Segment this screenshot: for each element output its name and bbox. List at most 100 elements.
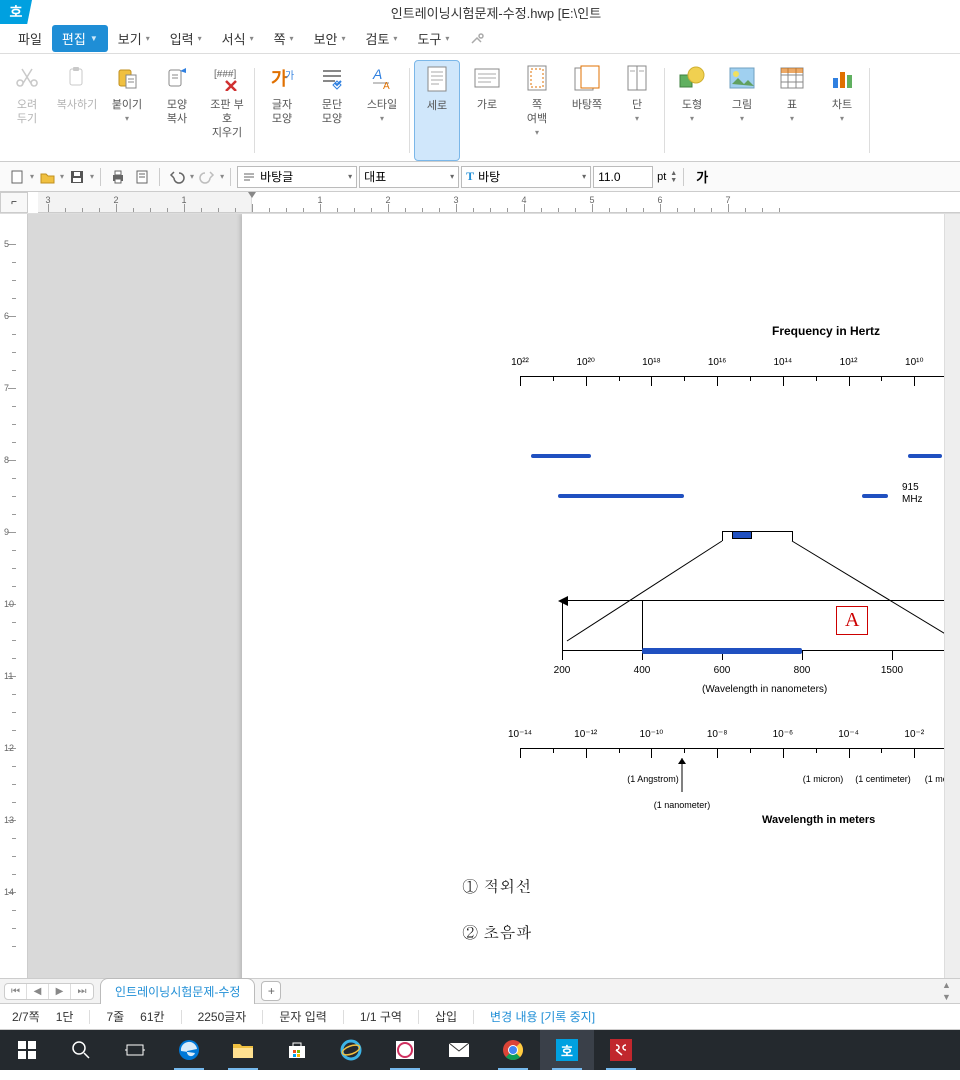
paste-button[interactable]: 붙이기 ▾: [104, 60, 150, 161]
new-doc-button[interactable]: [6, 166, 28, 188]
font-select[interactable]: T 바탕▾: [461, 166, 591, 188]
margin-button[interactable]: 쪽 여백 ▾: [514, 60, 560, 161]
quick-toolbar: ▾ ▾ ▾ ▾ ▾ 바탕글▾ 대표▾ T 바탕▾ 11.0 pt ▲ ▼ 가: [0, 162, 960, 192]
background-page-button[interactable]: 바탕쪽: [564, 60, 610, 161]
chart-label: 차트: [832, 98, 852, 112]
scroll-down-button[interactable]: ▼: [942, 992, 958, 1002]
vertical-button[interactable]: 세로: [414, 60, 460, 161]
arrow-left-icon: [558, 596, 568, 606]
save-button[interactable]: [66, 166, 88, 188]
workspace: 567891011121314 Frequency in Hertz 10²²1…: [0, 214, 960, 978]
copy-button[interactable]: 복사하기: [54, 60, 100, 161]
scroll-up-button[interactable]: ▲: [942, 980, 958, 990]
horizontal-ruler[interactable]: 3211234567: [38, 192, 960, 213]
menu-edit-label: 편집: [62, 29, 86, 48]
cut-button[interactable]: 오려 두기: [4, 60, 50, 161]
menu-file[interactable]: 파일: [8, 25, 52, 52]
freq-mhz-label: MHz: [902, 494, 923, 505]
para-format-button[interactable]: 문단 모양: [309, 60, 355, 161]
app1-button[interactable]: [378, 1030, 432, 1070]
chrome-button[interactable]: [486, 1030, 540, 1070]
document-tabs: ⏮ ◀ ▶ ⏭ 인트레이닝시험문제-수정 + ▲ ▼: [0, 978, 960, 1004]
menu-extra[interactable]: [459, 27, 495, 51]
edge-button[interactable]: [162, 1030, 216, 1070]
columns-icon: [621, 62, 653, 94]
style-button[interactable]: AA 스타일 ▾: [359, 60, 405, 161]
taskview-button[interactable]: [108, 1030, 162, 1070]
ruler-corner: ⌐: [0, 192, 28, 213]
copy-icon: [61, 62, 93, 94]
paste-icon: [111, 62, 143, 94]
ie-button[interactable]: [324, 1030, 378, 1070]
menu-security[interactable]: 보안▾: [304, 25, 356, 52]
style-label: 스타일: [367, 98, 397, 112]
shape-button[interactable]: 도형 ▾: [669, 60, 715, 161]
ie-icon: [340, 1039, 362, 1061]
hangul-button[interactable]: 호: [540, 1030, 594, 1070]
chevron-down-icon: ▾: [380, 114, 384, 123]
tab-first-button[interactable]: ⏮: [5, 984, 27, 999]
mail-icon: [448, 1039, 470, 1061]
menu-page-label: 쪽: [274, 29, 286, 48]
search-button[interactable]: [54, 1030, 108, 1070]
menu-edit[interactable]: 편집 ▼: [52, 25, 108, 52]
chevron-down-icon: ▾: [198, 34, 202, 43]
chevron-down-icon: ▾: [393, 34, 397, 43]
font-size-input[interactable]: 11.0: [593, 166, 653, 188]
store-button[interactable]: [270, 1030, 324, 1070]
menu-format[interactable]: 서식▾: [212, 25, 264, 52]
unit-micron: (1 micron): [803, 774, 844, 784]
tab-next-button[interactable]: ▶: [49, 984, 71, 999]
open-button[interactable]: [36, 166, 58, 188]
ruler-row: ⌐ 3211234567: [0, 192, 960, 214]
bold-indicator[interactable]: 가: [696, 167, 708, 186]
vertical-ruler[interactable]: 567891011121314: [0, 214, 28, 978]
start-button[interactable]: [0, 1030, 54, 1070]
erase-codes-button[interactable]: [###] 조판 부호 지우기: [204, 60, 250, 161]
tab-prev-button[interactable]: ◀: [27, 984, 49, 999]
bgpage-icon: [571, 62, 603, 94]
size-up-button[interactable]: ▲: [670, 170, 677, 177]
menu-tools[interactable]: 도구▾: [407, 25, 459, 52]
vertical-scrollbar[interactable]: [944, 214, 960, 978]
horizontal-button[interactable]: 가로: [464, 60, 510, 161]
pdf-button[interactable]: [594, 1030, 648, 1070]
chevron-down-icon: ▼: [90, 34, 98, 43]
page-area[interactable]: Frequency in Hertz 10²²10²⁰10¹⁸10¹⁶10¹⁴1…: [28, 214, 960, 978]
document-tab[interactable]: 인트레이닝시험문제-수정: [100, 978, 255, 1004]
status-change-tracking[interactable]: 변경 내용 [기록 중지]: [490, 1008, 595, 1025]
tab-last-button[interactable]: ⏭: [71, 984, 93, 999]
table-button[interactable]: 표 ▾: [769, 60, 815, 161]
ribbon-separator: [664, 68, 665, 153]
align-icon: [242, 170, 256, 184]
print-button[interactable]: [107, 166, 129, 188]
status-page: 2/7쪽: [12, 1008, 40, 1025]
shape-copy-button[interactable]: 모양 복사: [154, 60, 200, 161]
column-label: 단: [632, 98, 642, 112]
redo-button[interactable]: [196, 166, 218, 188]
preview-button[interactable]: [131, 166, 153, 188]
status-col: 61칸: [140, 1008, 164, 1025]
menu-review[interactable]: 검토▾: [356, 25, 408, 52]
explorer-button[interactable]: [216, 1030, 270, 1070]
chevron-down-icon: ▾: [250, 34, 254, 43]
shape-label: 도형: [682, 98, 702, 112]
font-value: 바탕: [478, 168, 500, 185]
chevron-down-icon: ▾: [341, 34, 345, 43]
chart-button[interactable]: 차트 ▾: [819, 60, 865, 161]
char-format-button[interactable]: 가가 글자 모양: [259, 60, 305, 161]
add-tab-button[interactable]: +: [261, 981, 281, 1001]
menu-input[interactable]: 입력▾: [160, 25, 212, 52]
picture-button[interactable]: 그림 ▾: [719, 60, 765, 161]
rep-select[interactable]: 대표▾: [359, 166, 459, 188]
paragraph-style-select[interactable]: 바탕글▾: [237, 166, 357, 188]
pdf-icon: [610, 1039, 632, 1061]
mail-button[interactable]: [432, 1030, 486, 1070]
column-button[interactable]: 단 ▾: [614, 60, 660, 161]
size-down-button[interactable]: ▼: [670, 177, 677, 184]
zoom-trapezoid: [562, 531, 960, 651]
menu-page[interactable]: 쪽▾: [264, 25, 304, 52]
undo-button[interactable]: [166, 166, 188, 188]
menu-view[interactable]: 보기▾: [108, 25, 160, 52]
taskview-icon: [124, 1039, 146, 1061]
